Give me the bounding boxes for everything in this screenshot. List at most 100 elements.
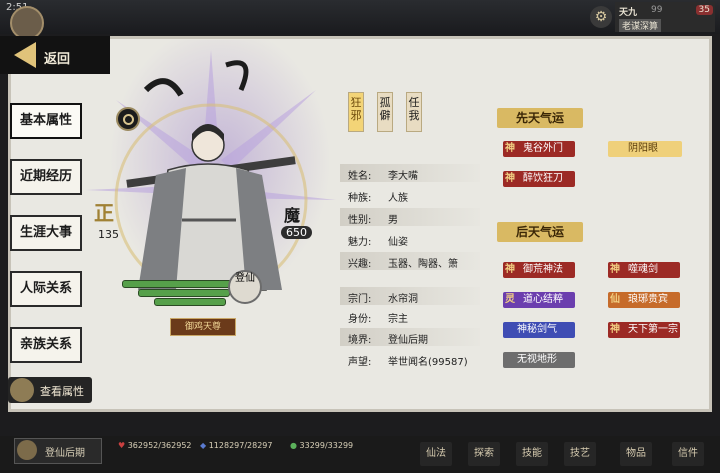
tab-relationships[interactable]: 人际关系: [10, 271, 82, 307]
realm-plate[interactable]: 登仙后期: [14, 438, 102, 464]
fortune-label: 道心结粹: [523, 294, 563, 305]
fortune-chip[interactable]: 神醉饮狂刀: [503, 171, 575, 187]
fortune-label: 御荒神法: [523, 264, 563, 275]
fortune-chip[interactable]: 阴阳眼: [608, 141, 682, 157]
info-value: 仙姿: [388, 237, 408, 248]
mp-value: 1128297/28297: [208, 441, 273, 450]
info-key: 身份:: [348, 314, 372, 325]
info-row-gender: 性别: 男: [340, 208, 480, 226]
info-key: 声望:: [348, 357, 372, 368]
player-name: 天九: [619, 8, 638, 18]
fortune-label: 阴阳眼: [628, 143, 658, 154]
back-arrow-icon[interactable]: [14, 42, 36, 68]
view-attributes-label: 查看属性: [40, 385, 84, 398]
fortune-chip[interactable]: 神鬼谷外门: [503, 141, 575, 157]
info-value: 玉器、陶器、箫: [388, 259, 458, 270]
info-row-race: 种族: 人族: [340, 186, 480, 204]
fortune-label: 天下第一宗: [628, 324, 678, 335]
tab-basic-attributes[interactable]: 基本属性: [10, 103, 82, 139]
info-value: 李大嘴: [388, 171, 418, 182]
stamina-icon: ●: [290, 441, 297, 450]
rank-glyph: 仙: [610, 294, 620, 305]
menu-crafts[interactable]: 技艺: [564, 442, 596, 466]
info-value: 登仙后期: [388, 335, 428, 346]
fortune-label: 醉饮狂刀: [523, 173, 563, 184]
fortune-label: 神秘剑气: [517, 324, 557, 335]
demonic-label: 魔: [284, 206, 301, 225]
zheng-glyph: 正: [94, 201, 114, 225]
character-portrait: 正: [86, 50, 336, 297]
tab-recent-experience[interactable]: 近期经历: [10, 159, 82, 195]
title-plate[interactable]: 御鸡天尊: [170, 318, 236, 336]
top-bar: [0, 0, 720, 34]
hp-bar: [122, 280, 234, 288]
avatar-icon: [10, 378, 34, 402]
demonic-value: 650: [281, 226, 312, 239]
info-key: 魅力:: [348, 237, 372, 248]
info-key: 姓名:: [348, 171, 372, 182]
info-key: 种族:: [348, 193, 372, 204]
fortune-chip[interactable]: 灵道心结粹: [503, 292, 575, 308]
info-value: 水帘洞: [388, 294, 418, 305]
menu-explore[interactable]: 探索: [468, 442, 500, 466]
tab-family[interactable]: 亲族关系: [10, 327, 82, 363]
info-row-fame: 声望: 举世闻名(99587): [340, 350, 480, 368]
fortune-label: 鬼谷外门: [523, 143, 563, 154]
gear-icon[interactable]: ⚙: [590, 6, 612, 28]
info-key: 兴趣:: [348, 259, 372, 270]
trait-tag[interactable]: 任我: [406, 92, 422, 132]
fortune-chip[interactable]: 神御荒神法: [503, 262, 575, 278]
player-value: 99: [651, 5, 663, 15]
info-key: 宗门:: [348, 294, 372, 305]
hp-stat: ♥ 362952/362952: [118, 441, 192, 450]
trait-tag[interactable]: 狂邪: [348, 92, 364, 132]
fortune-chip[interactable]: 神秘剑气: [503, 322, 575, 338]
rank-glyph: 神: [610, 264, 620, 275]
heart-icon: ♥: [118, 441, 126, 450]
info-key: 境界:: [348, 335, 372, 346]
trait-tag[interactable]: 孤僻: [377, 92, 393, 132]
fortune-chip[interactable]: 仙琅琊贵宾: [608, 292, 680, 308]
info-row-name: 姓名: 李大嘴: [340, 164, 480, 182]
sp-stat: ● 33299/33299: [290, 441, 353, 450]
mp-bar: [138, 289, 230, 297]
menu-letters[interactable]: 信件: [672, 442, 704, 466]
info-value: 人族: [388, 193, 408, 204]
player-avatar[interactable]: [10, 6, 44, 40]
player-sub: 老谋深算: [619, 19, 662, 32]
rank-glyph: 神: [610, 324, 620, 335]
fortune-label: 噬魂剑: [628, 264, 658, 275]
menu-spells[interactable]: 仙法: [420, 442, 452, 466]
tab-career-events[interactable]: 生涯大事: [10, 215, 82, 251]
mana-icon: ◆: [200, 441, 207, 450]
righteous-value: 135: [98, 228, 119, 241]
info-value: 举世闻名(99587): [388, 357, 468, 368]
menu-skills[interactable]: 技能: [516, 442, 548, 466]
rank-glyph: 神: [505, 173, 515, 184]
level-badge: 35: [695, 5, 713, 15]
acquired-fortune-title: 后天气运: [497, 222, 583, 242]
bottom-bar: [0, 436, 720, 473]
innate-fortune-title: 先天气运: [497, 108, 583, 128]
fortune-chip[interactable]: 神天下第一宗: [608, 322, 680, 338]
back-button[interactable]: 返回: [44, 48, 70, 67]
avatar: [17, 440, 37, 460]
info-row-realm: 境界: 登仙后期: [340, 328, 480, 346]
fortune-chip[interactable]: 无视地形: [503, 352, 575, 368]
search-icon[interactable]: [116, 107, 140, 131]
sp-value: 33299/33299: [299, 441, 354, 450]
info-row-identity: 身份: 宗主: [340, 307, 480, 325]
sp-bar: [154, 298, 226, 306]
menu-items[interactable]: 物品: [620, 442, 652, 466]
rank-glyph: 神: [505, 143, 515, 154]
info-row-sect: 宗门: 水帘洞: [340, 287, 480, 305]
view-attributes-button[interactable]: 查看属性: [8, 377, 92, 403]
hp-value: 362952/362952: [127, 441, 192, 450]
info-row-interest: 兴趣: 玉器、陶器、箫: [340, 252, 480, 270]
realm-seal: 登仙: [228, 270, 262, 304]
mp-stat: ◆ 1128297/28297: [200, 441, 272, 450]
fortune-chip[interactable]: 神噬魂剑: [608, 262, 680, 278]
ink-stroke-2: [225, 60, 249, 91]
info-key: 性别:: [348, 215, 372, 226]
ink-stroke: [143, 78, 184, 97]
